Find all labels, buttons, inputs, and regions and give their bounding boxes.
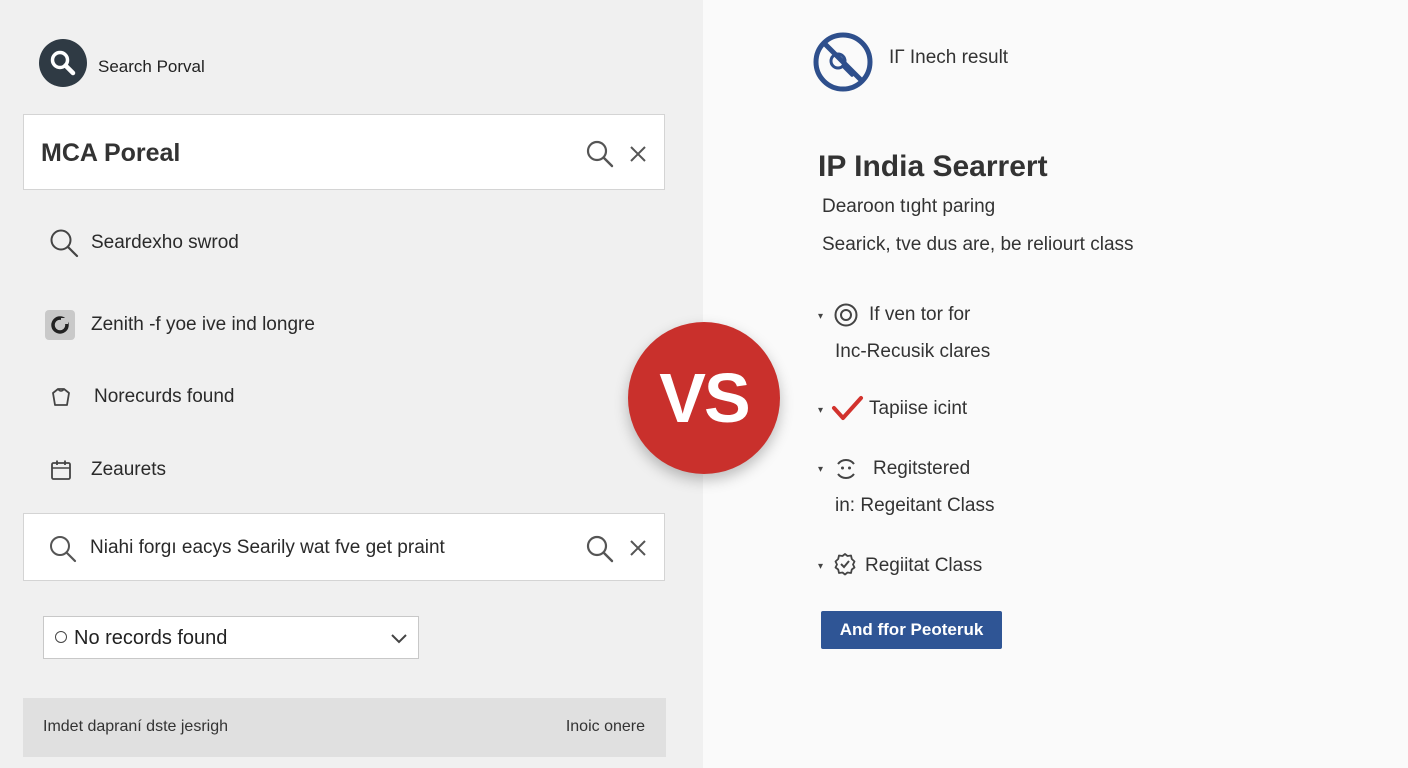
list-item-label: Seardexho swrod xyxy=(91,232,239,253)
chevron-down-icon[interactable]: ▾ xyxy=(818,464,823,475)
page-title: IP India Searrert xyxy=(818,150,1048,183)
check-icon xyxy=(832,396,863,420)
search-input[interactable]: MCA Poreal xyxy=(23,114,665,190)
result-item-label: If ven tor for xyxy=(869,304,971,325)
list-item[interactable]: Seardexho swrod xyxy=(47,226,239,260)
list-item-label: Zeaurets xyxy=(91,459,166,480)
vs-badge: VS xyxy=(628,322,780,474)
search-input-value: MCA Poreal xyxy=(41,139,181,167)
list-item-label: Norecurds found xyxy=(94,386,235,407)
result-item-sub: in: Regeitant Class xyxy=(835,495,995,516)
search-icon xyxy=(50,536,77,563)
calendar-icon xyxy=(51,460,71,480)
list-item[interactable]: Zeaurets xyxy=(50,459,166,481)
result-item-label: Tapiise icint xyxy=(869,398,968,419)
list-item[interactable]: Zenith -f yoe ive ind longre xyxy=(45,310,315,340)
list-item-label: Zenith -f yoe ive ind longre xyxy=(91,314,315,335)
target-icon xyxy=(834,303,858,327)
search-logo-icon xyxy=(39,39,87,87)
footer-bar: Imdet dapraní dste jesrigh Inoic onere xyxy=(23,698,666,757)
verified-badge-icon xyxy=(834,553,856,576)
search-suggestion-input[interactable]: Niahi forgı eacys Searily wat fve get pr… xyxy=(23,513,665,581)
clear-icon[interactable] xyxy=(629,539,647,557)
subtitle: Dearoon tıght paring xyxy=(822,196,996,217)
no-results-icon xyxy=(813,32,873,92)
square-logo-icon xyxy=(45,310,75,340)
search-suggestion-text: Niahi forgı eacys Searily wat fve get pr… xyxy=(90,537,445,558)
clear-icon[interactable] xyxy=(629,145,647,163)
list-item[interactable]: Norecurds found xyxy=(49,385,234,409)
description: Searick, tve dus are, be reliourt class xyxy=(822,234,1134,255)
results-dropdown[interactable]: No records found xyxy=(43,616,419,659)
dropdown-value: No records found xyxy=(74,627,228,649)
results-header: IГ Inech result xyxy=(889,47,1009,68)
footer-left-text: Imdet dapraní dste jesrigh xyxy=(43,718,228,735)
action-button[interactable]: And ffor Peoteruk xyxy=(821,611,1002,649)
search-icon xyxy=(50,229,79,258)
chevron-down-icon[interactable]: ▾ xyxy=(818,405,823,416)
chevron-down-icon xyxy=(391,634,407,644)
result-item-sub: Inc-Recusik clares xyxy=(835,341,991,362)
chevron-down-icon[interactable]: ▾ xyxy=(818,561,823,572)
radio-icon xyxy=(55,631,67,643)
result-item-label: Regitstered xyxy=(873,458,971,479)
result-item-label: Regiitat Class xyxy=(865,555,983,576)
app-title: Search Porval xyxy=(98,57,205,76)
tag-icon xyxy=(52,388,70,406)
right-panel xyxy=(703,0,1408,768)
search-icon[interactable] xyxy=(585,139,615,169)
chevron-down-icon[interactable]: ▾ xyxy=(818,311,823,322)
face-icon xyxy=(837,459,855,479)
footer-right-link[interactable]: Inoic onere xyxy=(566,718,645,736)
search-icon[interactable] xyxy=(585,534,615,564)
